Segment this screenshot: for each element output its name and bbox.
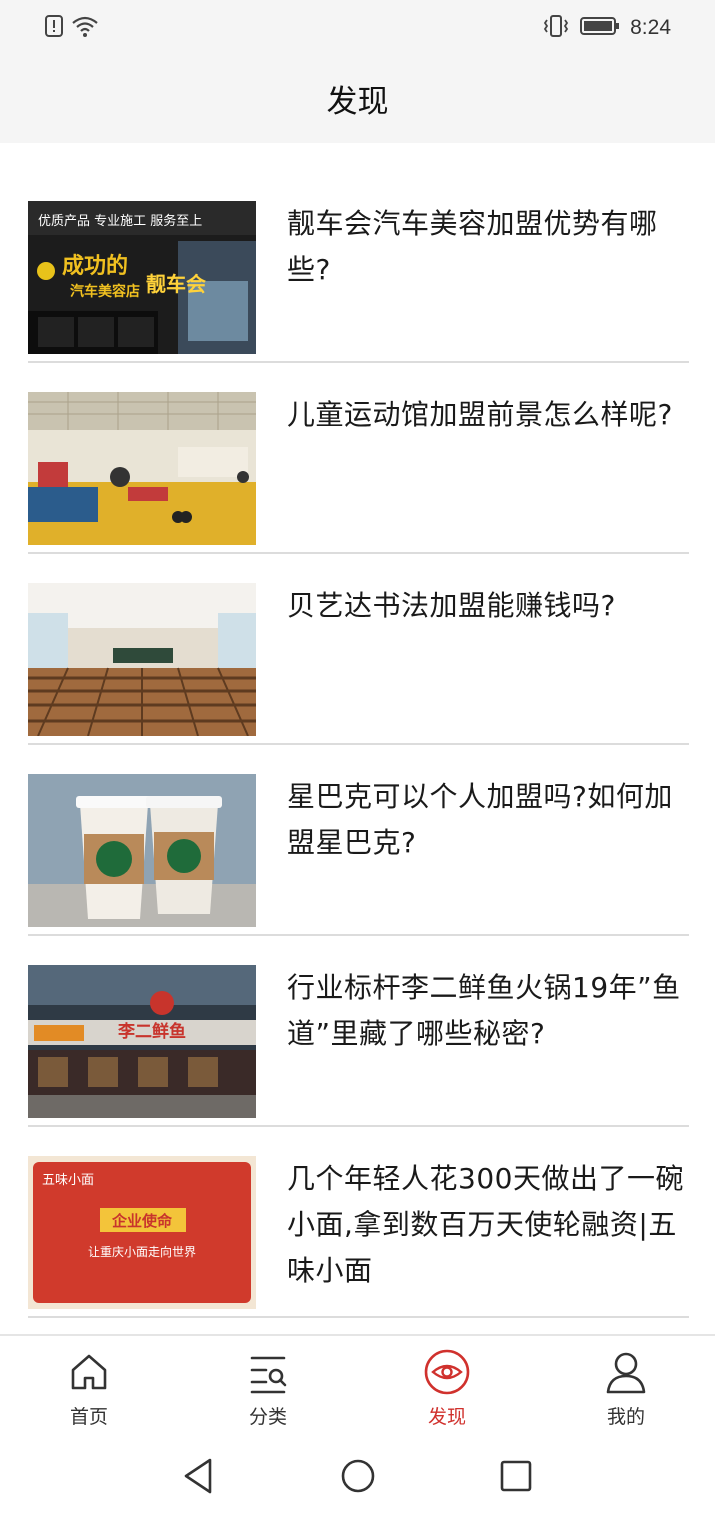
thumb-caption: 企业使命	[111, 1212, 173, 1230]
tab-mine[interactable]: 我的	[566, 1336, 686, 1438]
recents-icon[interactable]	[494, 1454, 538, 1498]
thumb-caption: 成功的	[62, 253, 128, 279]
back-icon[interactable]	[176, 1454, 220, 1498]
article-title[interactable]: 儿童运动馆加盟前景怎么样呢?	[287, 392, 687, 438]
article-title[interactable]: 几个年轻人花300天做出了一碗小面,拿到数百万天使轮融资|五味小面	[287, 1156, 687, 1294]
bottom-tab-bar: 首页 分类 发现 我的	[0, 1334, 715, 1438]
tab-home[interactable]: 首页	[29, 1336, 149, 1438]
article-thumbnail	[28, 774, 256, 927]
article-title[interactable]: 行业标杆李二鲜鱼火锅19年”鱼道”里藏了哪些秘密?	[287, 965, 687, 1057]
article-title[interactable]: 贝艺达书法加盟能赚钱吗?	[287, 583, 687, 629]
thumb-caption: 李二鲜鱼	[118, 1021, 186, 1042]
user-icon	[602, 1348, 650, 1396]
tab-label: 首页	[69, 1406, 108, 1428]
page-title: 发现	[326, 84, 389, 120]
battery-icon	[580, 15, 620, 41]
thumb-caption: 汽车美容店	[70, 283, 140, 300]
article-list: 优质产品 专业施工 服务至上 成功的 汽车美容店 靓车会 靓车会汽车美容加盟优势…	[28, 172, 689, 1318]
article-thumbnail	[28, 583, 256, 736]
wifi-icon	[70, 14, 100, 42]
tab-label: 发现	[427, 1406, 466, 1428]
thumb-caption: 五味小面	[42, 1173, 94, 1188]
thumb-caption: 优质产品 专业施工 服务至上	[38, 213, 202, 229]
thumb-caption: 靓车会	[146, 272, 206, 296]
top-bar: 8:24 发现	[0, 0, 715, 143]
list-item[interactable]: 五味小面 企业使命 让重庆小面走向世界 几个年轻人花300天做出了一碗小面,拿到…	[28, 1127, 689, 1318]
clock-time: 8:24	[630, 16, 671, 39]
article-thumbnail: 李二鲜鱼	[28, 965, 256, 1118]
eye-icon	[423, 1348, 471, 1396]
list-item[interactable]: 李二鲜鱼 行业标杆李二鲜鱼火锅19年”鱼道”里藏了哪些秘密?	[28, 936, 689, 1127]
article-thumbnail: 五味小面 企业使命 让重庆小面走向世界	[28, 1156, 256, 1309]
article-thumbnail	[28, 392, 256, 545]
tab-discover[interactable]: 发现	[387, 1336, 507, 1438]
thumb-caption: 让重庆小面走向世界	[88, 1244, 196, 1259]
home-icon	[65, 1348, 113, 1396]
article-thumbnail: 优质产品 专业施工 服务至上 成功的 汽车美容店 靓车会	[28, 201, 256, 354]
list-item[interactable]: 优质产品 专业施工 服务至上 成功的 汽车美容店 靓车会 靓车会汽车美容加盟优势…	[28, 172, 689, 363]
list-item[interactable]: 儿童运动馆加盟前景怎么样呢?	[28, 363, 689, 554]
tab-label: 分类	[248, 1406, 287, 1428]
home-circle-icon[interactable]	[336, 1454, 380, 1498]
list-item[interactable]: 贝艺达书法加盟能赚钱吗?	[28, 554, 689, 745]
list-item[interactable]: 星巴克可以个人加盟吗?如何加盟星巴克?	[28, 745, 689, 936]
system-nav-bar	[0, 1436, 715, 1515]
tab-label: 我的	[606, 1406, 645, 1428]
category-search-icon	[244, 1348, 292, 1396]
tab-category[interactable]: 分类	[208, 1336, 328, 1438]
alert-icon	[44, 14, 64, 42]
vibrate-icon	[542, 14, 570, 42]
status-bar: 8:24	[0, 0, 715, 56]
article-title[interactable]: 星巴克可以个人加盟吗?如何加盟星巴克?	[287, 774, 687, 866]
article-title[interactable]: 靓车会汽车美容加盟优势有哪些?	[287, 201, 687, 293]
